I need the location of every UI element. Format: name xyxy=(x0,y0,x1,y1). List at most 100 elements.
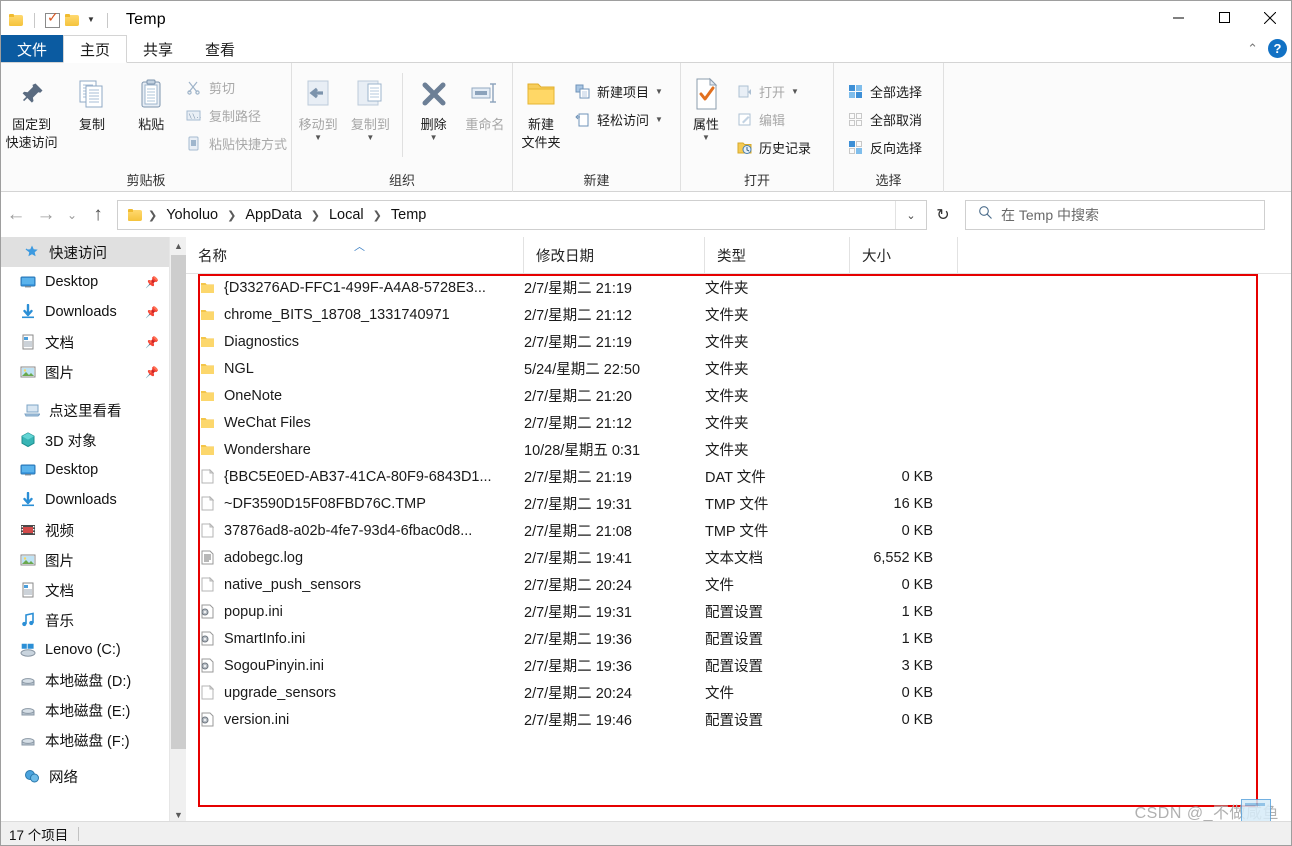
copy-to-caret-icon[interactable]: ▼ xyxy=(366,133,374,142)
new-folder-icon[interactable] xyxy=(65,13,80,27)
pin-icon[interactable]: 📌 xyxy=(145,306,159,319)
table-row[interactable]: upgrade_sensors 2/7/星期二 20:24 文件 0 KB xyxy=(186,679,1291,706)
pin-icon[interactable]: 📌 xyxy=(145,276,159,289)
close-button[interactable] xyxy=(1247,1,1291,34)
forward-button[interactable]: → xyxy=(31,198,61,232)
maximize-button[interactable] xyxy=(1201,1,1247,34)
table-row[interactable]: Wondershare 10/28/星期五 0:31 文件夹 xyxy=(186,436,1291,463)
sidebar-item-documents-qa[interactable]: 文档 📌 xyxy=(1,327,169,357)
sidebar-item-documents[interactable]: 文档 xyxy=(1,575,169,605)
up-button[interactable]: ↑ xyxy=(83,198,113,232)
table-row[interactable]: version.ini 2/7/星期二 19:46 配置设置 0 KB xyxy=(186,706,1291,733)
sidebar-item-videos[interactable]: 视频 xyxy=(1,515,169,545)
sidebar-item-pictures[interactable]: 图片 xyxy=(1,545,169,575)
table-row[interactable]: SogouPinyin.ini 2/7/星期二 19:36 配置设置 3 KB xyxy=(186,652,1291,679)
easy-access-button[interactable]: 轻松访问 ▼ xyxy=(569,107,667,131)
sidebar-item-drive-d[interactable]: 本地磁盘 (D:) xyxy=(1,665,169,695)
breadcrumb-folder-icon[interactable] xyxy=(128,208,143,222)
table-row[interactable]: OneNote 2/7/星期二 21:20 文件夹 xyxy=(186,382,1291,409)
tab-view[interactable]: 查看 xyxy=(189,35,251,63)
table-row[interactable]: native_push_sensors 2/7/星期二 20:24 文件 0 K… xyxy=(186,571,1291,598)
paste-shortcut-button[interactable]: 粘贴快捷方式 xyxy=(181,131,291,155)
column-header-size[interactable]: 大小 xyxy=(850,237,958,273)
address-path-box[interactable]: ❯ Yoholuo ❯ AppData ❯ Local ❯ Temp ⌄ xyxy=(117,200,927,230)
table-row[interactable]: adobegc.log 2/7/星期二 19:41 文本文档 6,552 KB xyxy=(186,544,1291,571)
move-to-caret-icon[interactable]: ▼ xyxy=(314,133,322,142)
pin-icon[interactable]: 📌 xyxy=(145,336,159,349)
open-button[interactable]: 打开 ▼ xyxy=(731,79,815,103)
table-row[interactable]: WeChat Files 2/7/星期二 21:12 文件夹 xyxy=(186,409,1291,436)
move-to-button[interactable]: 移动到 ▼ xyxy=(292,69,344,142)
new-folder-button[interactable]: 新建 文件夹 xyxy=(513,69,569,151)
table-row[interactable]: {D33276AD-FFC1-499F-A4A8-5728E3... 2/7/星… xyxy=(186,274,1291,301)
properties-check-icon[interactable] xyxy=(45,10,60,28)
select-all-button[interactable]: 全部选择 xyxy=(842,79,926,103)
table-row[interactable]: popup.ini 2/7/星期二 19:31 配置设置 1 KB xyxy=(186,598,1291,625)
copy-to-button[interactable]: 复制到 ▼ xyxy=(344,69,396,142)
sidebar-item-drive-e[interactable]: 本地磁盘 (E:) xyxy=(1,695,169,725)
sidebar-item-quick-access[interactable]: 快速访问 xyxy=(1,237,169,267)
breadcrumb-item-1[interactable]: AppData xyxy=(241,205,305,225)
copy-path-button[interactable]: \\.. 复制路径 xyxy=(181,103,291,127)
refresh-button[interactable]: ↻ xyxy=(927,200,959,230)
easy-access-caret-icon[interactable]: ▼ xyxy=(655,115,663,124)
breadcrumb-item-0[interactable]: Yoholuo xyxy=(162,205,222,225)
table-row[interactable]: {BBC5E0ED-AB37-41CA-80F9-6843D1... 2/7/星… xyxy=(186,463,1291,490)
breadcrumb-item-3[interactable]: Temp xyxy=(387,205,430,225)
recent-locations-button[interactable]: ⌄ xyxy=(61,198,83,232)
delete-caret-icon[interactable]: ▼ xyxy=(430,133,438,142)
pin-icon[interactable]: 📌 xyxy=(145,366,159,379)
table-row[interactable]: SmartInfo.ini 2/7/星期二 19:36 配置设置 1 KB xyxy=(186,625,1291,652)
back-button[interactable]: ← xyxy=(1,198,31,232)
sidebar-item-network[interactable]: 网络 xyxy=(1,761,169,791)
select-none-button[interactable]: 全部取消 xyxy=(842,107,926,131)
invert-selection-button[interactable]: 反向选择 xyxy=(842,135,926,159)
minimize-button[interactable] xyxy=(1155,1,1201,34)
sidebar-item-music[interactable]: 音乐 xyxy=(1,605,169,635)
delete-button[interactable]: 删除 ▼ xyxy=(409,69,457,142)
column-header-type[interactable]: 类型 xyxy=(705,237,850,273)
new-item-button[interactable]: 新建项目 ▼ xyxy=(569,79,667,103)
sidebar-item-this-pc[interactable]: 点这里看看 xyxy=(1,395,169,425)
tab-home[interactable]: 主页 xyxy=(63,35,128,63)
rename-button[interactable]: 重命名 xyxy=(458,69,512,133)
folder-icon xyxy=(199,442,215,458)
sidebar-item-desktop[interactable]: Desktop xyxy=(1,455,169,485)
sidebar-item-downloads[interactable]: Downloads xyxy=(1,485,169,515)
cut-button[interactable]: 剪切 xyxy=(181,75,291,99)
tab-file[interactable]: 文件 xyxy=(1,35,63,63)
scrollbar-thumb[interactable] xyxy=(171,255,186,749)
breadcrumb-item-2[interactable]: Local xyxy=(325,205,368,225)
properties-button[interactable]: 属性 ▼ xyxy=(681,69,731,142)
new-item-caret-icon[interactable]: ▼ xyxy=(655,87,663,96)
table-row[interactable]: 37876ad8-a02b-4fe7-93d4-6fbac0d8... 2/7/… xyxy=(186,517,1291,544)
scroll-up-icon[interactable]: ▲ xyxy=(170,237,187,254)
chevron-down-icon[interactable]: ▼ xyxy=(87,16,95,24)
table-row[interactable]: ~DF3590D15F08FBD76C.TMP 2/7/星期二 19:31 TM… xyxy=(186,490,1291,517)
edit-button[interactable]: 编辑 xyxy=(731,107,815,131)
copy-button[interactable]: 复制 xyxy=(62,69,121,133)
navigation-scrollbar[interactable]: ▲ ▼ xyxy=(169,237,186,823)
search-input[interactable]: 在 Temp 中搜索 xyxy=(1001,205,1099,225)
sidebar-item-desktop-qa[interactable]: Desktop 📌 xyxy=(1,267,169,297)
sidebar-item-3d-objects[interactable]: 3D 对象 xyxy=(1,425,169,455)
sidebar-item-drive-c[interactable]: Lenovo (C:) xyxy=(1,635,169,665)
address-dropdown-icon[interactable]: ⌄ xyxy=(895,201,926,229)
tab-share[interactable]: 共享 xyxy=(127,35,189,63)
sidebar-item-downloads-qa[interactable]: Downloads 📌 xyxy=(1,297,169,327)
column-header-name[interactable]: 名称 ︿ xyxy=(186,237,524,273)
sidebar-item-pictures-qa[interactable]: 图片 📌 xyxy=(1,357,169,387)
paste-button[interactable]: 粘贴 xyxy=(122,69,181,133)
properties-caret-icon[interactable]: ▼ xyxy=(702,133,710,142)
pin-to-quick-access-button[interactable]: 固定到 快速访问 xyxy=(1,69,62,151)
help-icon[interactable]: ? xyxy=(1268,39,1287,58)
table-row[interactable]: NGL 5/24/星期二 22:50 文件夹 xyxy=(186,355,1291,382)
open-caret-icon[interactable]: ▼ xyxy=(791,87,799,96)
search-box[interactable]: 在 Temp 中搜索 xyxy=(965,200,1265,230)
collapse-ribbon-icon[interactable]: ⌃ xyxy=(1247,41,1258,57)
table-row[interactable]: Diagnostics 2/7/星期二 21:19 文件夹 xyxy=(186,328,1291,355)
column-header-date[interactable]: 修改日期 xyxy=(524,237,705,273)
sidebar-item-drive-f[interactable]: 本地磁盘 (F:) xyxy=(1,725,169,755)
history-button[interactable]: 历史记录 xyxy=(731,135,815,159)
table-row[interactable]: chrome_BITS_18708_1331740971 2/7/星期二 21:… xyxy=(186,301,1291,328)
